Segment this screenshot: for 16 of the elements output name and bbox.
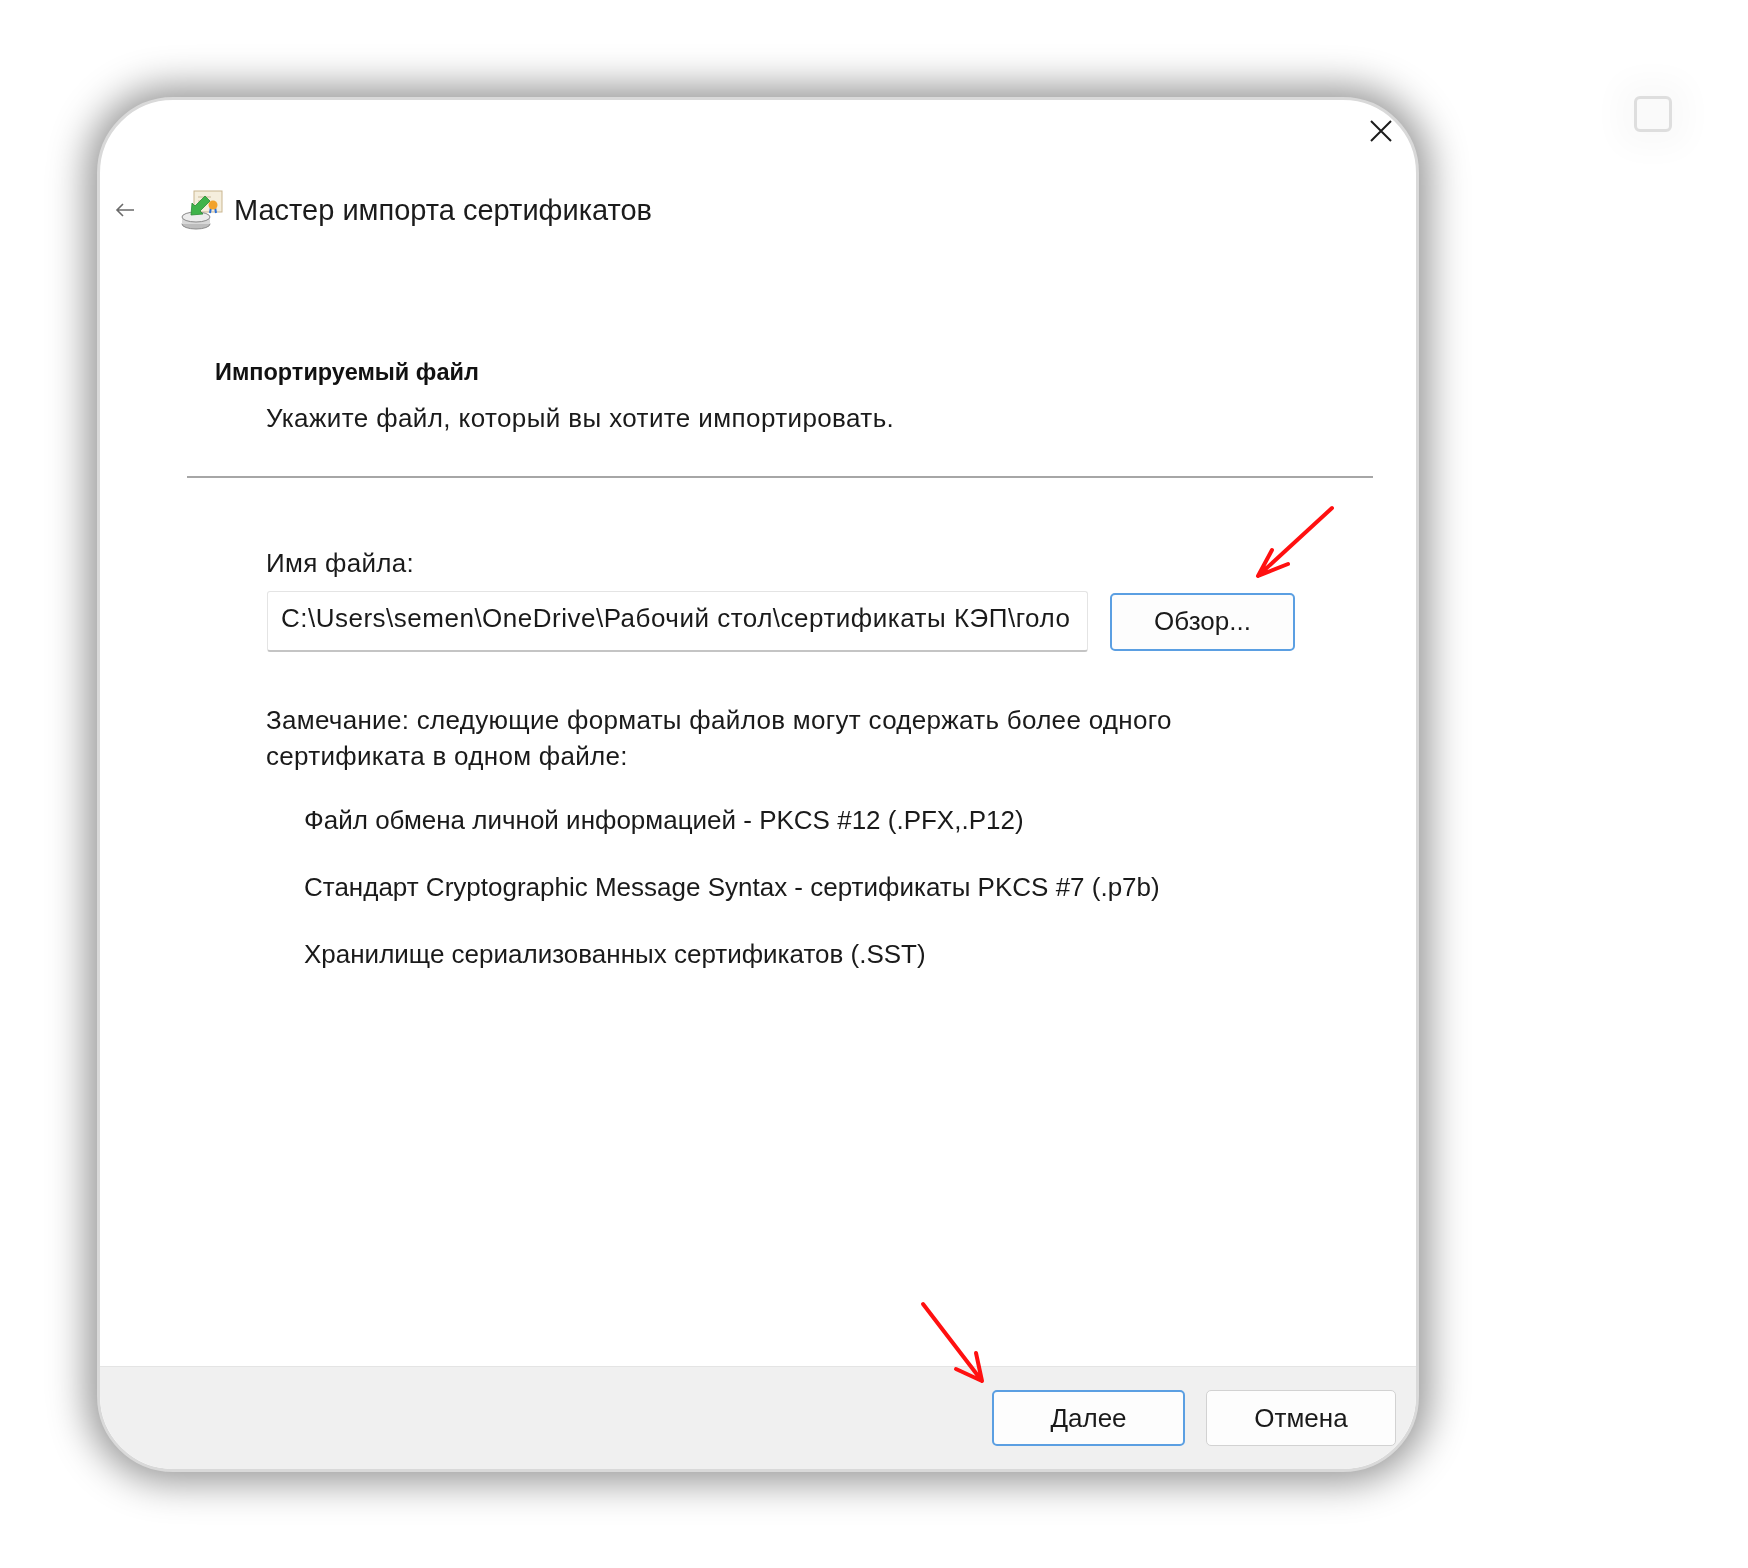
note-text: Замечание: следующие форматы файлов могут содержать более одного сертификата в одном файле: [266,704,1173,773]
close-icon[interactable] [1370,120,1392,142]
back-arrow-icon[interactable] [115,202,135,218]
next-button[interactable]: Далее [992,1390,1185,1446]
square-icon [1634,96,1672,132]
file-path-field[interactable]: C:\Users\semen\OneDrive\Рабочий стол\сертификаты КЭП\голо [267,591,1088,652]
page-heading: Импортируемый файл [215,358,479,387]
window-title: Мастер импорта сертификатов [234,193,652,228]
format-item: Файл обмена личной информацией - PKCS #12 (.PFX,.P12) [304,804,1025,836]
format-item: Хранилище сериализованных сертификатов (.SST) [304,938,927,970]
browse-button[interactable]: Обзор... [1110,592,1295,651]
file-name-label: Имя файла: [266,547,415,579]
format-item: Стандарт Cryptographic Message Syntax - сертификаты PKCS #7 (.p7b) [304,871,1160,903]
cancel-button[interactable]: Отмена [1206,1390,1396,1446]
certificate-import-icon [181,190,223,230]
page-description: Укажите файл, который вы хотите импортировать. [266,402,895,434]
